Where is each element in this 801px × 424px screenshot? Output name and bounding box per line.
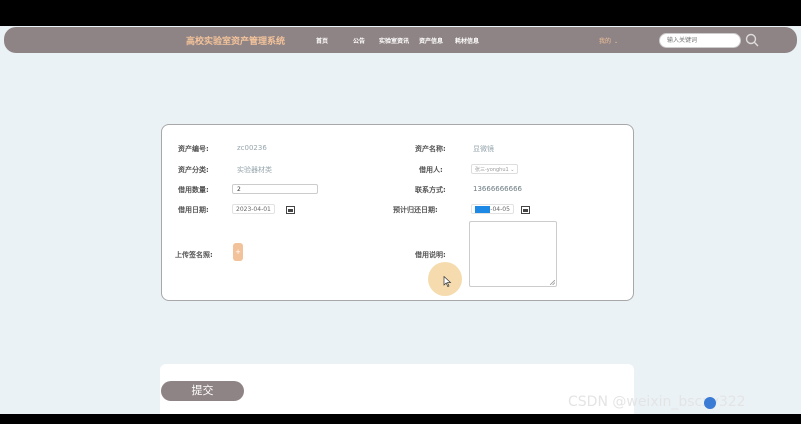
- nav-consumable-info[interactable]: 耗材信息: [455, 36, 479, 45]
- borrow-date-value: 2023-04-01: [236, 206, 271, 213]
- chevron-down-icon: ⌄: [614, 39, 619, 45]
- return-date-label: 预计归还日期:: [393, 206, 438, 214]
- borrow-date-input[interactable]: 2023-04-01: [232, 204, 275, 214]
- watermark-dot: [704, 397, 716, 409]
- borrow-date-label: 借用日期:: [178, 206, 209, 214]
- signature-label: 上传签名照:: [175, 251, 213, 259]
- top-nav-bar: 高校实验室资产管理系统 首页 公告 实验室资讯 资产信息 耗材信息 我的 ⌄: [4, 27, 797, 53]
- contact-value: 13666666666: [473, 185, 522, 193]
- watermark: CSDN @weixin_bscxy322: [568, 394, 746, 410]
- quantity-input[interactable]: [232, 184, 318, 194]
- nav-home[interactable]: 首页: [316, 36, 328, 45]
- quantity-label: 借用数量:: [178, 186, 209, 194]
- my-account-label: 我的: [599, 38, 612, 45]
- asset-no-value: zc00236: [237, 144, 267, 152]
- calendar-icon[interactable]: [521, 205, 530, 214]
- calendar-icon[interactable]: [286, 205, 295, 214]
- borrower-value: 张三-yonghu1: [475, 167, 509, 173]
- mouse-pointer-icon: [443, 276, 452, 287]
- resize-handle-icon[interactable]: [550, 280, 555, 285]
- page: 高校实验室资产管理系统 首页 公告 实验室资讯 资产信息 耗材信息 我的⌄ 资产…: [0, 26, 801, 414]
- return-date-year-selected: 2023: [475, 206, 491, 213]
- asset-name-label: 资产名称:: [415, 145, 446, 153]
- my-account-menu[interactable]: 我的 ⌄: [599, 36, 618, 45]
- upload-button[interactable]: +: [233, 243, 243, 261]
- category-label: 资产分类:: [178, 166, 209, 174]
- category-value: 实验器材类: [237, 166, 272, 174]
- asset-name-value: 显微镜: [473, 145, 494, 153]
- return-date-input[interactable]: 2023-04-05: [471, 204, 514, 214]
- asset-no-label: 资产编号:: [178, 145, 209, 153]
- nav-announcements[interactable]: 公告: [353, 36, 365, 45]
- nav-lab-news[interactable]: 实验室资讯: [379, 36, 409, 45]
- note-textarea[interactable]: [469, 221, 557, 287]
- note-label: 借用说明:: [415, 251, 446, 259]
- borrower-select[interactable]: 张三-yonghu1 ⌄: [471, 164, 519, 174]
- contact-label: 联系方式:: [415, 186, 446, 194]
- borrow-form-card: 资产编号: zc00236 资产名称: 显微镜 资产分类: 实验器材类 借用人:…: [161, 124, 634, 301]
- submit-button[interactable]: 提交: [161, 381, 244, 401]
- search-icon[interactable]: [745, 33, 759, 47]
- nav-asset-info[interactable]: 资产信息: [419, 36, 443, 45]
- search-input[interactable]: [659, 33, 741, 48]
- site-title[interactable]: 高校实验室资产管理系统: [186, 34, 285, 47]
- return-date-rest: -04-05: [490, 206, 510, 213]
- borrower-label: 借用人:: [419, 166, 443, 174]
